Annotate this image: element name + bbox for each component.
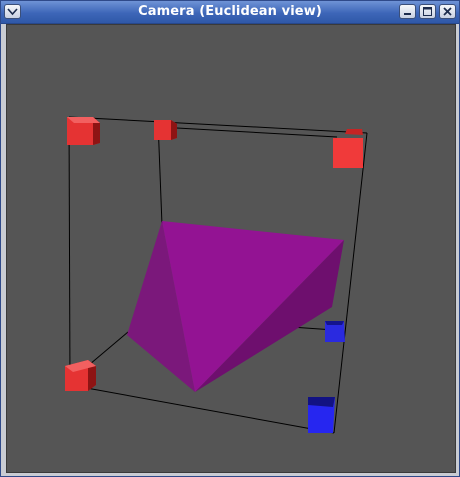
close-button[interactable] (439, 4, 456, 19)
title-bar[interactable]: Camera (Euclidean view) (1, 1, 459, 24)
window-title: Camera (Euclidean view) (138, 4, 322, 19)
scene-canvas[interactable] (7, 25, 455, 472)
camera-marker-red-top-middle (154, 120, 177, 140)
3d-viewport[interactable] (6, 24, 456, 473)
camera-marker-red-top-left (67, 117, 100, 145)
minimize-icon (404, 13, 411, 15)
camera-marker-blue-middle-right (325, 321, 345, 342)
camera-marker-blue-bottom-right (308, 397, 335, 433)
camera-window: Camera (Euclidean view) (0, 0, 460, 477)
close-icon (443, 7, 452, 16)
camera-marker-red-top-right (333, 129, 363, 168)
tetrahedron-mesh (127, 221, 344, 392)
maximize-icon (423, 7, 432, 16)
maximize-button[interactable] (419, 4, 436, 19)
minimize-button[interactable] (399, 4, 416, 19)
